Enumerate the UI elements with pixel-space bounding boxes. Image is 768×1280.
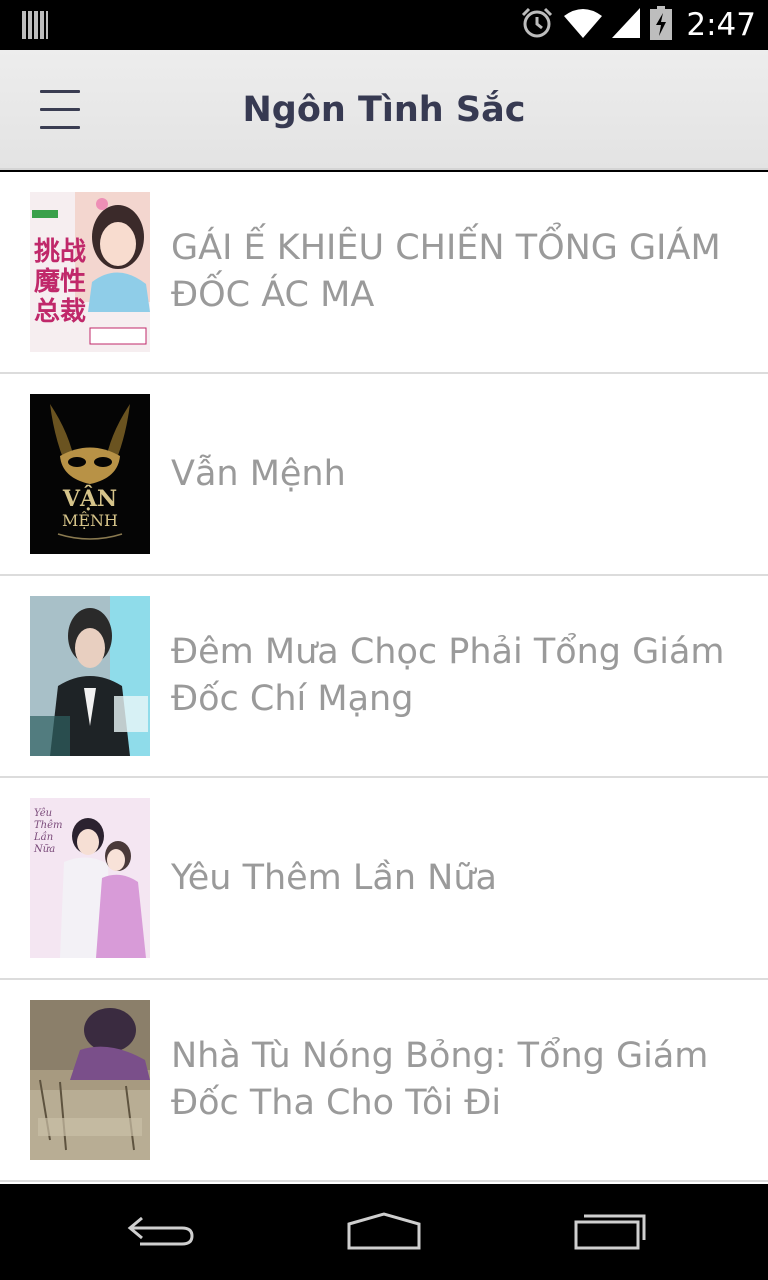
svg-text:总裁: 总裁 <box>34 297 86 327</box>
status-bar: 2:47 <box>0 0 768 50</box>
book-title: Vẫn Mệnh <box>171 453 346 494</box>
book-title: Yêu Thêm Lần Nữa <box>171 857 497 898</box>
list-item[interactable]: Đêm Mưa Chọc Phải Tổng Giám Đốc Chí Mạng <box>0 576 768 778</box>
signal-icon <box>612 8 641 42</box>
hamburger-menu-icon[interactable] <box>30 80 90 140</box>
notification-icon <box>22 11 48 43</box>
wifi-icon <box>564 8 603 42</box>
book-list: 挑战 魔性 总裁 GÁI Ế KHIÊU CHIẾN TỔNG GIÁM ĐỐC… <box>0 172 768 1184</box>
cover-yeu-them-lan-nua: Yêu Thêm Lần Nữa <box>30 798 150 958</box>
svg-text:Thêm: Thêm <box>34 820 63 831</box>
cover-gai-e-khieu-chien: 挑战 魔性 总裁 <box>30 192 150 352</box>
book-title: Nhà Tù Nóng Bỏng: Tổng Giám Đốc Tha Cho … <box>171 1036 709 1123</box>
navigation-bar <box>0 1184 768 1280</box>
svg-text:Lần: Lần <box>33 831 53 843</box>
svg-text:MỆNH: MỆNH <box>62 511 118 530</box>
cover-van-menh: VẬN MỆNH <box>30 394 150 554</box>
list-item[interactable]: 挑战 魔性 总裁 GÁI Ế KHIÊU CHIẾN TỔNG GIÁM ĐỐC… <box>0 172 768 374</box>
svg-text:Yêu: Yêu <box>34 808 52 819</box>
svg-text:Nữa: Nữa <box>33 844 55 855</box>
home-icon[interactable] <box>339 1208 429 1256</box>
recent-apps-icon[interactable] <box>566 1208 656 1256</box>
svg-text:挑战: 挑战 <box>34 237 86 267</box>
svg-text:魔性: 魔性 <box>34 267 86 297</box>
back-icon[interactable] <box>120 1208 210 1256</box>
book-title: Đêm Mưa Chọc Phải Tổng Giám Đốc Chí Mạng <box>171 632 725 719</box>
clock: 2:47 <box>686 7 756 43</box>
alarm-icon <box>520 6 554 44</box>
page-title: Ngôn Tình Sắc <box>242 90 526 130</box>
book-title: GÁI Ế KHIÊU CHIẾN TỔNG GIÁM ĐỐC ÁC MA <box>171 228 721 315</box>
cover-dem-mua <box>30 596 150 756</box>
battery-icon <box>650 6 673 44</box>
svg-text:VẬN: VẬN <box>62 485 117 512</box>
app-bar: Ngôn Tình Sắc <box>0 50 768 170</box>
list-item[interactable]: VẬN MỆNH Vẫn Mệnh <box>0 374 768 576</box>
list-item[interactable]: Yêu Thêm Lần Nữa Yêu Thêm Lần Nữa <box>0 778 768 980</box>
cover-nha-tu-nong-bong <box>30 1000 150 1160</box>
list-item[interactable]: Nhà Tù Nóng Bỏng: Tổng Giám Đốc Tha Cho … <box>0 980 768 1182</box>
